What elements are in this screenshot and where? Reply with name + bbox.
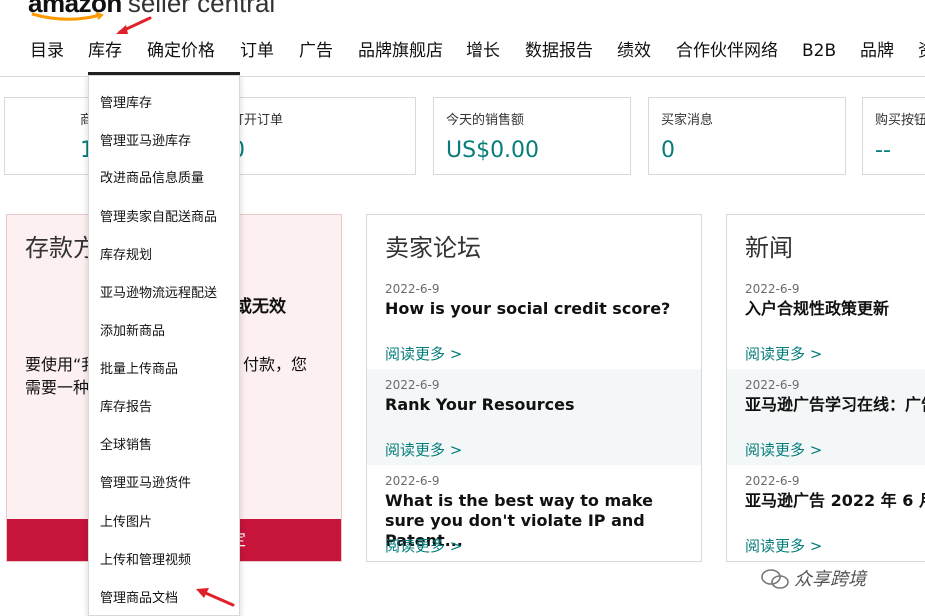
entry-date: 2022-6-9: [745, 378, 800, 392]
description-text: 付款，您: [243, 355, 308, 374]
stat-card-buyer-messages[interactable]: 买家消息 0: [648, 97, 846, 175]
nav-orders[interactable]: 订单: [240, 39, 274, 63]
entry-date: 2022-6-9: [385, 378, 440, 392]
entry-title[interactable]: 亚马逊广告 2022 年 6 月线: [745, 491, 925, 511]
nav-brands[interactable]: 品牌: [860, 39, 894, 63]
red-arrow-icon: [196, 588, 235, 607]
stat-label: 购买按钮: [875, 113, 925, 128]
description-text: 需要一种: [25, 378, 90, 397]
panel-title: 存款方: [25, 234, 97, 262]
entry-title[interactable]: How is your social credit score?: [385, 299, 695, 319]
stat-card-open-orders[interactable]: 打开订单 0: [218, 97, 416, 175]
menu-item-manage-fbm-listings[interactable]: 管理卖家自配送商品: [100, 206, 217, 225]
entry-date: 2022-6-9: [385, 474, 440, 488]
nav-performance[interactable]: 绩效: [617, 39, 651, 63]
inventory-dropdown-menu: 管理库存 管理亚马逊库存 改进商品信息质量 管理卖家自配送商品 库存规划 亚马逊…: [88, 75, 240, 616]
menu-item-inventory-reports[interactable]: 库存报告: [100, 396, 152, 415]
entry-date: 2022-6-9: [745, 282, 800, 296]
watermark-text: 众享跨境: [794, 569, 866, 590]
panel-title: 卖家论坛: [385, 234, 481, 262]
watermark: 众享跨境: [761, 565, 866, 591]
menu-item-upload-images[interactable]: 上传图片: [100, 511, 152, 530]
menu-item-remote-fulfillment[interactable]: 亚马逊物流远程配送: [100, 282, 217, 301]
news-entry: 2022-6-9 入户合规性政策更新 阅读更多 >: [727, 273, 925, 369]
news-panel: 新闻 2022-6-9 入户合规性政策更新 阅读更多 > 2022-6-9 亚马…: [726, 214, 925, 562]
menu-item-upload-videos[interactable]: 上传和管理视频: [100, 549, 191, 568]
red-arrow-icon: [116, 16, 152, 34]
nav-catalog[interactable]: 目录: [30, 39, 64, 63]
stat-card-buy-box[interactable]: 购买按钮 --: [862, 97, 925, 175]
menu-item-manage-fba-inventory[interactable]: 管理亚马逊库存: [100, 130, 191, 149]
menu-item-global-selling[interactable]: 全球销售: [100, 434, 152, 453]
nav-reports[interactable]: 数据报告: [525, 39, 593, 63]
nav-b2b[interactable]: B2B: [802, 39, 836, 63]
read-more-link[interactable]: 阅读更多 >: [745, 343, 822, 364]
amazon-smile-icon: [31, 12, 104, 21]
entry-title[interactable]: Rank Your Resources: [385, 395, 695, 415]
main-navigation: 目录 库存 确定价格 订单 广告 品牌旗舰店 增长 数据报告 绩效 合作伙伴网络…: [0, 36, 925, 77]
nav-more[interactable]: 资: [918, 39, 925, 63]
read-more-link[interactable]: 阅读更多 >: [385, 439, 462, 460]
news-entry: 2022-6-9 亚马逊广告 2022 年 6 月线 阅读更多 >: [727, 465, 925, 561]
nav-inventory[interactable]: 库存: [88, 39, 122, 63]
nav-stores[interactable]: 品牌旗舰店: [358, 39, 443, 63]
entry-date: 2022-6-9: [745, 474, 800, 488]
warning-text: 或无效: [235, 297, 286, 317]
entry-title[interactable]: 亚马逊广告学习在线：广告: [745, 395, 925, 415]
menu-item-manage-inventory[interactable]: 管理库存: [100, 92, 152, 111]
stat-label: 今天的销售额: [446, 113, 525, 128]
wechat-icon: [761, 569, 789, 589]
menu-item-add-product[interactable]: 添加新商品: [100, 320, 165, 339]
read-more-link[interactable]: 阅读更多 >: [745, 439, 822, 460]
menu-item-bulk-upload[interactable]: 批量上传商品: [100, 358, 178, 377]
entry-date: 2022-6-9: [385, 282, 440, 296]
description-text: 要使用“我: [25, 355, 98, 374]
menu-item-manage-shipments[interactable]: 管理亚马逊货件: [100, 472, 191, 491]
nav-pricing[interactable]: 确定价格: [147, 39, 215, 63]
forum-entry: 2022-6-9 How is your social credit score…: [367, 273, 701, 369]
menu-item-inventory-planning[interactable]: 库存规划: [100, 244, 152, 263]
nav-partner-network[interactable]: 合作伙伴网络: [676, 39, 778, 63]
stat-card-sales-today[interactable]: 今天的销售额 US$0.00: [433, 97, 631, 175]
menu-item-manage-product-documents[interactable]: 管理商品文档: [100, 587, 178, 606]
forum-entry: 2022-6-9 Rank Your Resources 阅读更多 >: [367, 369, 701, 465]
read-more-link[interactable]: 阅读更多 >: [385, 343, 462, 364]
panel-title: 新闻: [745, 234, 793, 262]
menu-item-improve-listing-quality[interactable]: 改进商品信息质量: [100, 167, 204, 186]
nav-growth[interactable]: 增长: [466, 39, 500, 63]
stat-value: US$0.00: [446, 138, 540, 163]
forum-entry: 2022-6-9 What is the best way to make su…: [367, 465, 701, 561]
nav-advertising[interactable]: 广告: [299, 39, 333, 63]
read-more-link[interactable]: 阅读更多 >: [745, 535, 822, 556]
seller-forum-panel: 卖家论坛 2022-6-9 How is your social credit …: [366, 214, 702, 562]
read-more-link[interactable]: 阅读更多 >: [385, 535, 462, 556]
entry-title[interactable]: 入户合规性政策更新: [745, 299, 925, 319]
news-entry: 2022-6-9 亚马逊广告学习在线：广告 阅读更多 >: [727, 369, 925, 465]
stat-value: 0: [661, 138, 675, 163]
stat-value: --: [875, 138, 891, 163]
stat-label: 买家消息: [661, 113, 714, 128]
